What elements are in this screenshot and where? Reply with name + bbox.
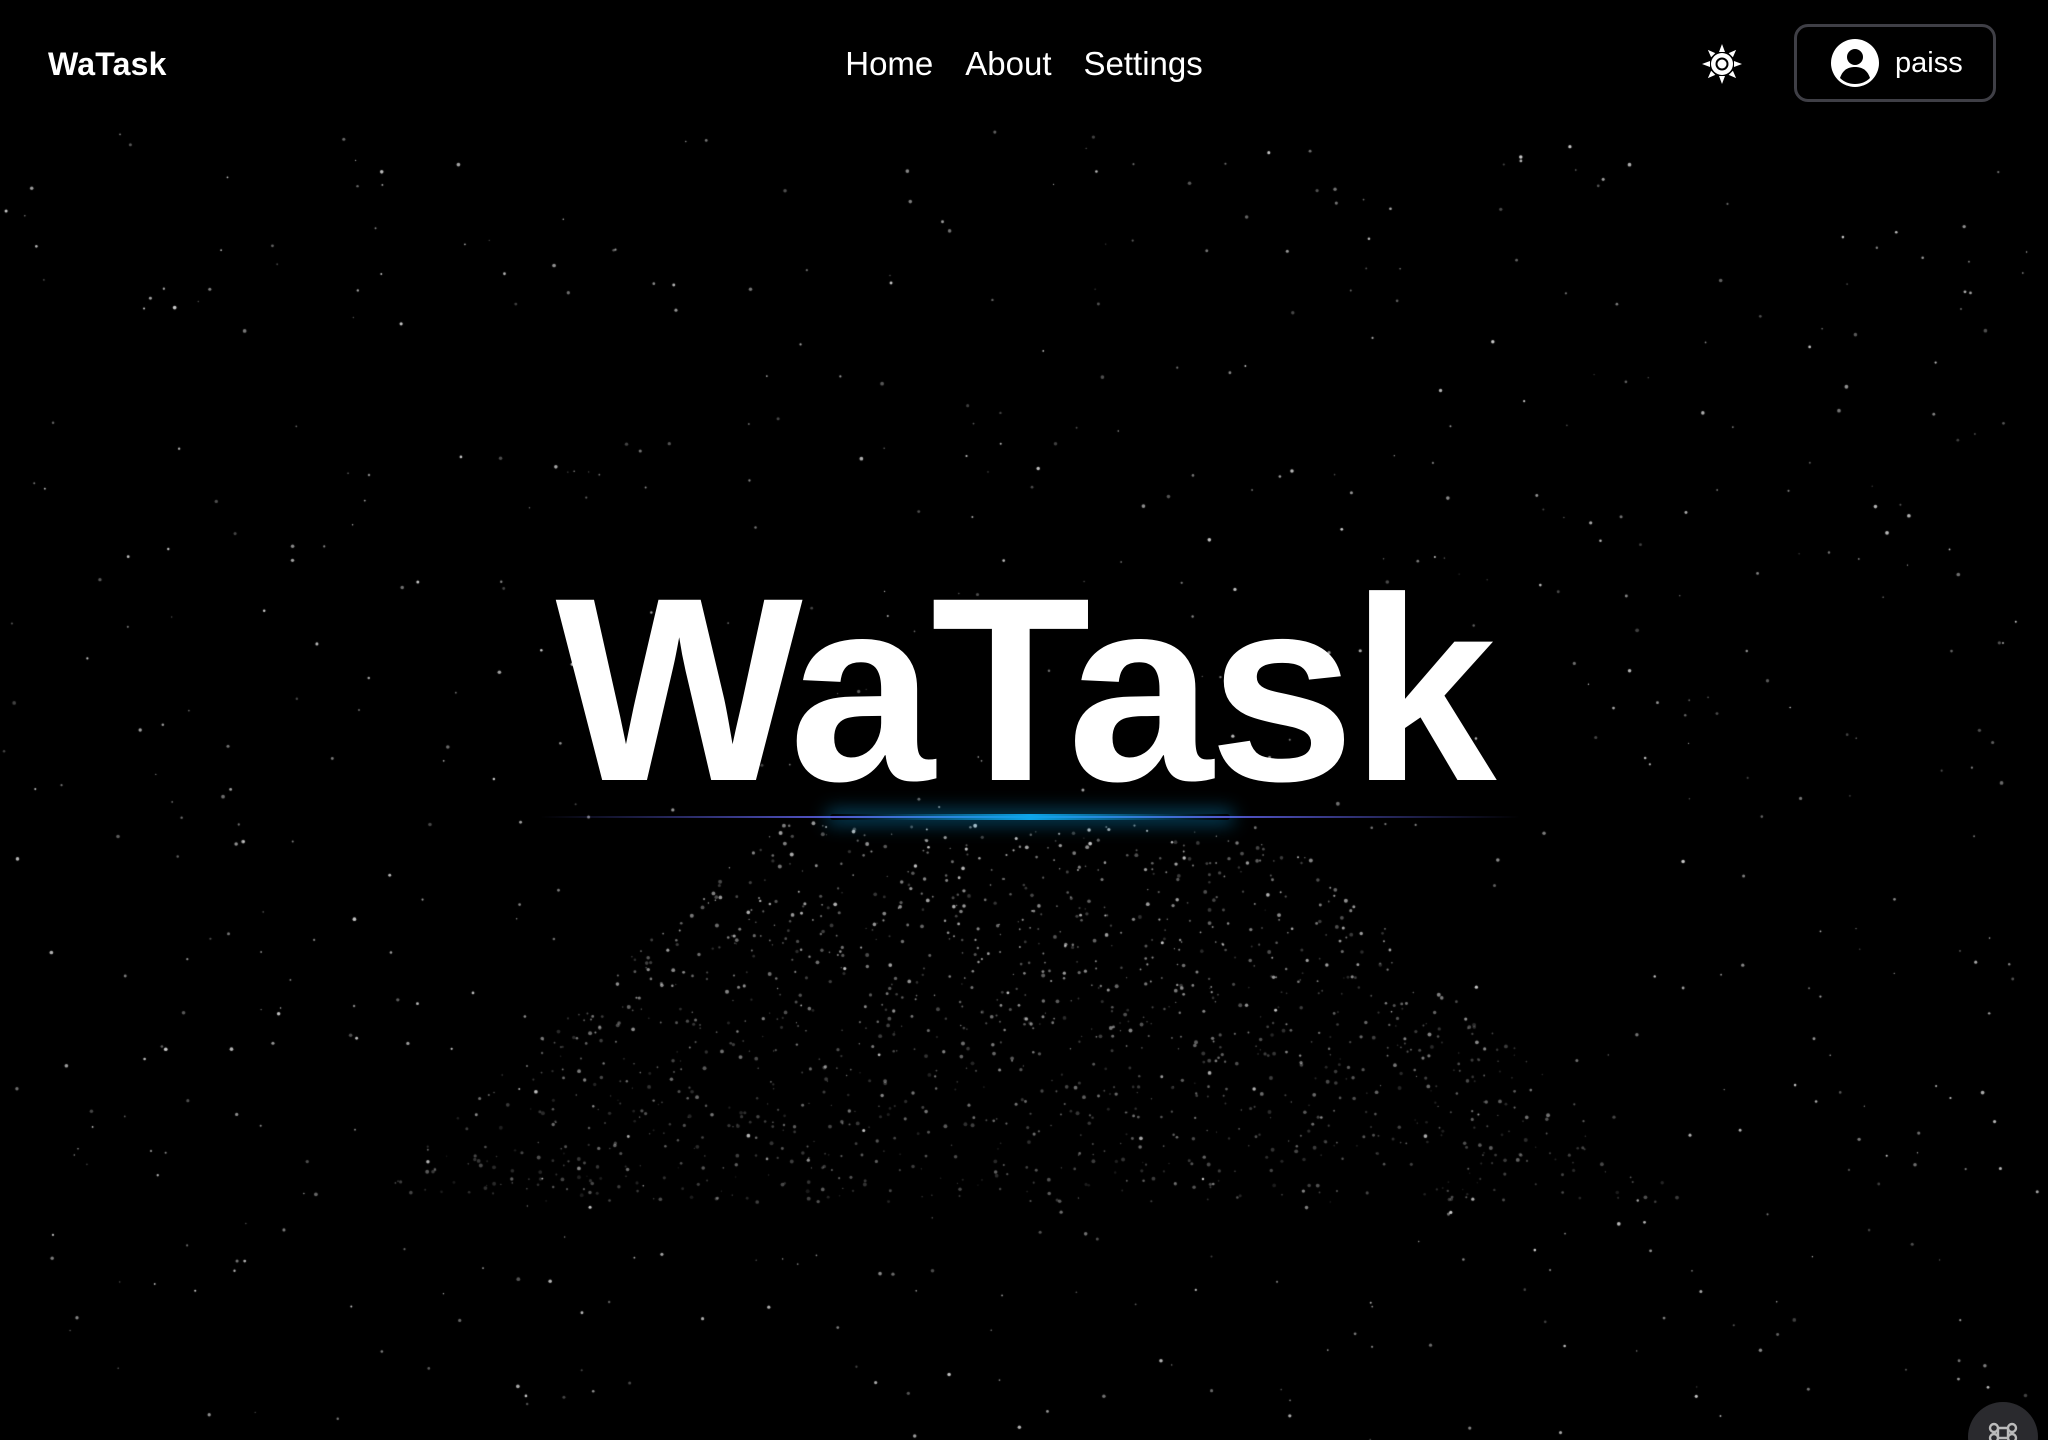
user-circle-icon [1831,39,1879,87]
hero-section: WaTask [0,543,2048,836]
user-account-button[interactable]: paiss [1794,24,1996,102]
app-root: WaTask Home About Settings paiss WaTask [0,0,2048,1440]
nav-link-about[interactable]: About [965,42,1051,86]
hero-glow-line [540,814,1520,820]
nav-link-settings[interactable]: Settings [1084,42,1203,86]
user-name-label: paiss [1895,47,1963,79]
glow-line-bright [830,814,1230,820]
theme-toggle-button[interactable] [1698,40,1746,88]
nav-link-home[interactable]: Home [845,42,933,86]
hero-title: WaTask [555,543,1496,836]
command-icon [1988,1422,2018,1440]
top-navbar: WaTask Home About Settings paiss [0,0,2048,130]
sun-icon [1702,44,1742,84]
